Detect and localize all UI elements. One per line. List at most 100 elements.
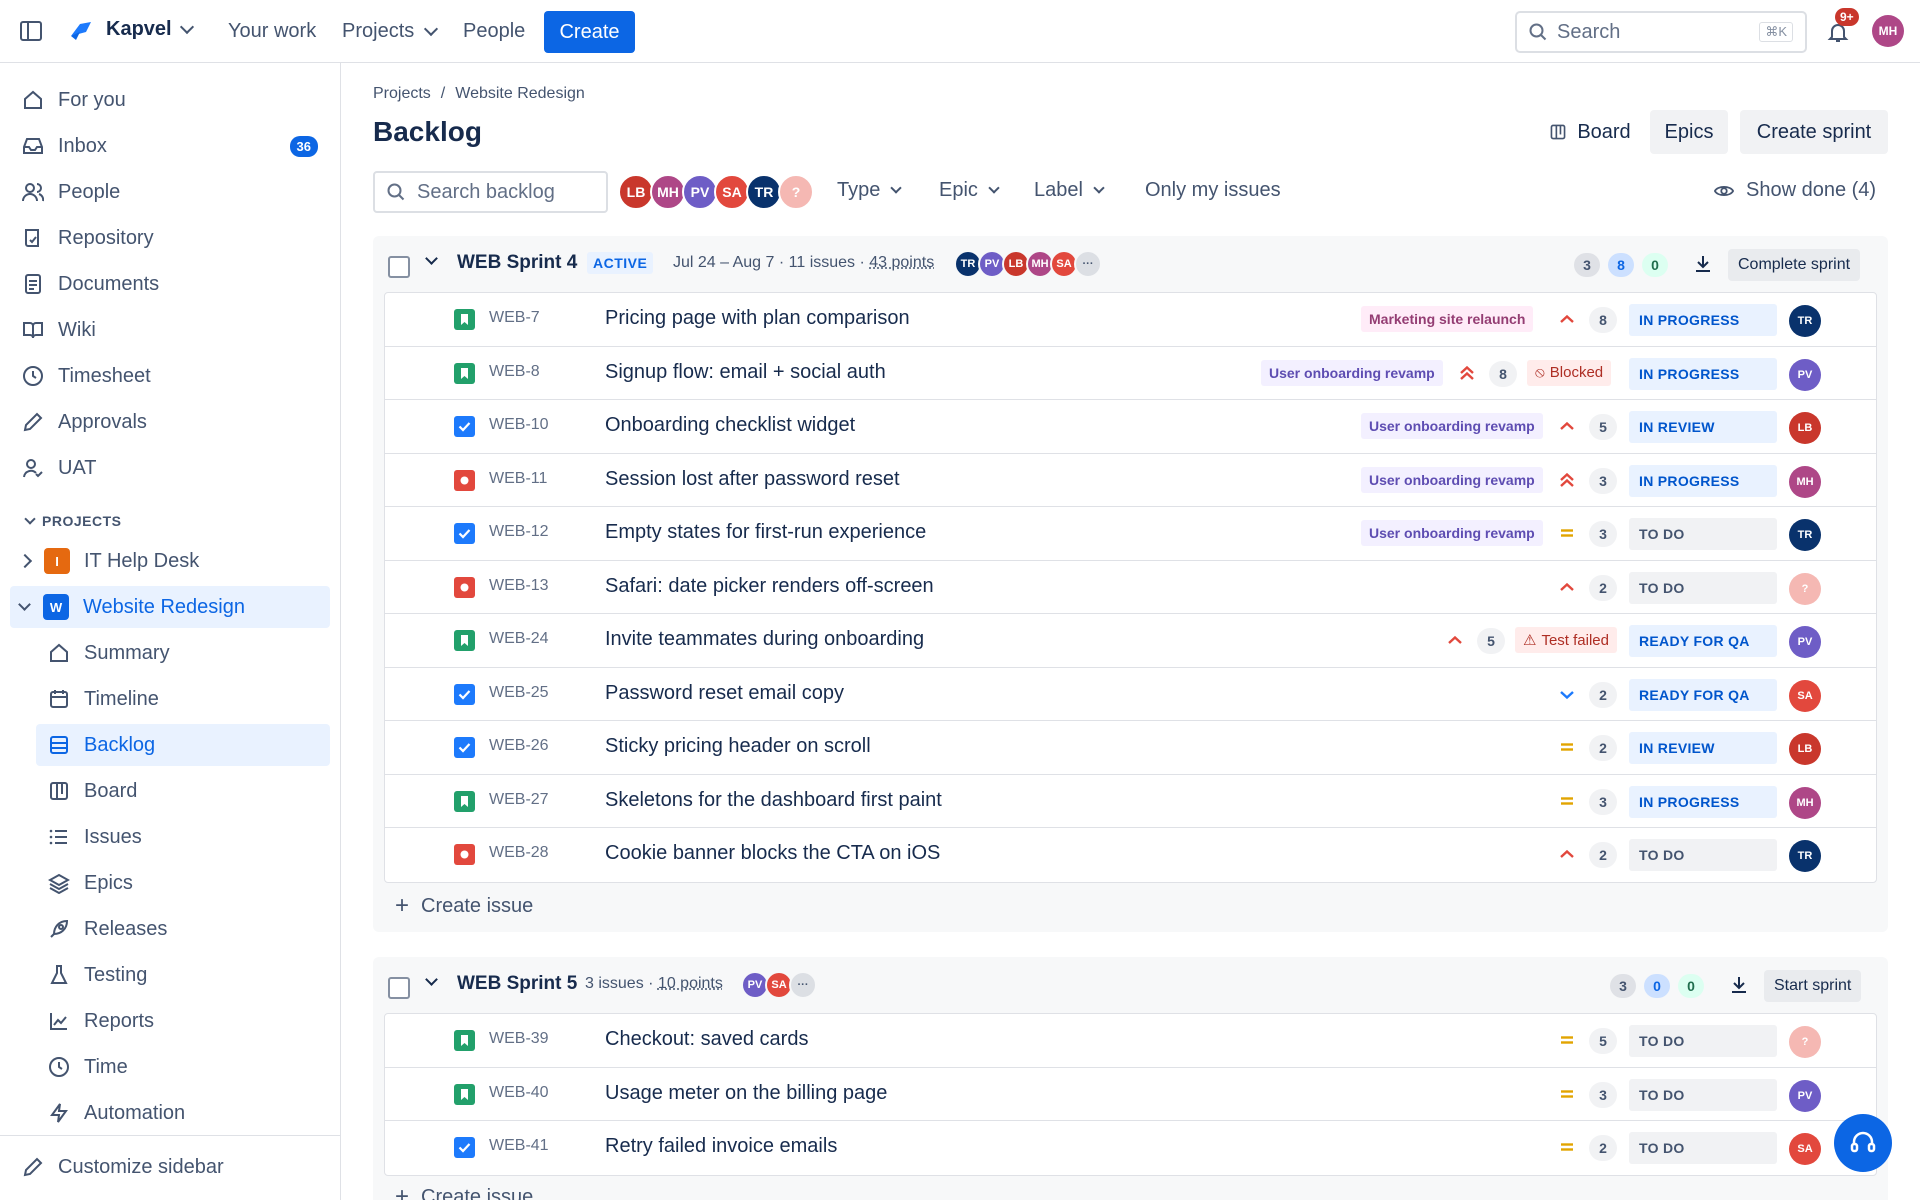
issue-key[interactable]: WEB-25 <box>489 684 549 702</box>
issue-key[interactable]: WEB-41 <box>489 1137 549 1155</box>
assignee-avatar[interactable]: ? <box>1789 1026 1821 1058</box>
issue-key[interactable]: WEB-13 <box>489 577 549 595</box>
global-search-input[interactable]: Search ⌘K <box>1515 11 1807 53</box>
issue-row[interactable]: WEB-8 Signup flow: email + social auth 8 ⦸ B… <box>385 347 1876 400</box>
issue-row[interactable]: WEB-28 Cookie banner blocks the CTA on iO… <box>385 828 1876 882</box>
sidebar-item-timeline[interactable]: Timeline <box>36 678 330 720</box>
breadcrumb-project[interactable]: Website Redesign <box>455 85 585 103</box>
status-dropdown[interactable]: TO DO <box>1629 839 1777 871</box>
issue-row[interactable]: WEB-27 Skeletons for the dashboard first … <box>385 775 1876 828</box>
assignee-avatar[interactable]: MH <box>1789 786 1821 819</box>
status-dropdown[interactable]: TO DO <box>1629 518 1777 550</box>
chevron-down-icon[interactable] <box>425 252 438 265</box>
assignee-avatar[interactable]: ? <box>1789 572 1821 605</box>
sidebar-item-issues[interactable]: Issues <box>36 816 330 858</box>
only-my-issues-filter[interactable]: Only my issues <box>1145 179 1281 202</box>
sprint-name[interactable]: WEB Sprint 4 <box>457 252 577 274</box>
status-dropdown[interactable]: TO DO <box>1629 571 1777 604</box>
sidebar-item-uat[interactable]: UAT <box>10 447 330 489</box>
create-sprint-button[interactable]: Create sprint <box>1740 110 1888 154</box>
assignee-avatar[interactable]: PV <box>1789 358 1821 391</box>
nav-projects[interactable]: Projects <box>342 20 439 43</box>
status-dropdown[interactable]: TO DO <box>1629 1025 1777 1057</box>
sidebar-item-wiki[interactable]: Wiki <box>10 309 330 351</box>
status-dropdown[interactable]: IN REVIEW <box>1629 411 1777 443</box>
issue-summary[interactable]: Empty states for first-run experience <box>605 521 926 544</box>
sidebar-item-testing[interactable]: Testing <box>36 954 330 996</box>
filter-avatar-tr[interactable]: TR <box>746 174 782 210</box>
complete-sprint-button[interactable]: Complete sprint <box>1728 249 1861 281</box>
issue-summary[interactable]: Checkout: saved cards <box>605 1028 808 1051</box>
help-button[interactable] <box>1834 1114 1892 1172</box>
issue-key[interactable]: WEB-40 <box>489 1084 549 1102</box>
logo-icon[interactable] <box>68 18 94 44</box>
issue-key[interactable]: WEB-39 <box>489 1030 549 1048</box>
brand-switcher[interactable]: Kapvel <box>106 18 194 41</box>
create-issue-button[interactable]: + Create issue <box>395 1185 533 1200</box>
issue-key[interactable]: WEB-10 <box>489 416 549 434</box>
download-icon[interactable] <box>1729 975 1749 995</box>
issue-key[interactable]: WEB-11 <box>489 470 547 488</box>
epic-filter[interactable]: Epic <box>939 179 1000 202</box>
more-avatars-icon[interactable]: ··· <box>1074 250 1102 278</box>
assignee-avatar[interactable]: TR <box>1789 519 1821 551</box>
filter-avatar-sa[interactable]: SA <box>714 174 750 210</box>
issue-row[interactable]: WEB-39 Checkout: saved cards 5 TO DO? <box>385 1014 1876 1068</box>
epic-lozenge[interactable]: User onboarding revamp <box>1361 466 1543 493</box>
assignee-avatar[interactable]: PV <box>1789 626 1821 658</box>
issue-summary[interactable]: Signup flow: email + social auth <box>605 361 886 384</box>
epic-lozenge[interactable]: User onboarding revamp <box>1261 359 1443 386</box>
issue-key[interactable]: WEB-12 <box>489 523 549 541</box>
assignee-avatar[interactable]: SA <box>1789 1133 1821 1165</box>
sidebar-item-backlog[interactable]: Backlog <box>36 724 330 766</box>
issue-summary[interactable]: Session lost after password reset <box>605 468 900 491</box>
sidebar-project-website-redesign[interactable]: W Website Redesign <box>10 586 330 628</box>
epic-lozenge[interactable]: User onboarding revamp <box>1361 413 1543 439</box>
issue-row[interactable]: WEB-24 Invite teammates during onboarding… <box>385 614 1876 668</box>
sprint-select-checkbox[interactable] <box>388 256 410 278</box>
issue-key[interactable]: WEB-8 <box>489 363 540 381</box>
download-icon[interactable] <box>1693 254 1713 274</box>
sidebar-item-reports[interactable]: Reports <box>36 1000 330 1042</box>
board-button[interactable]: Board <box>1530 110 1650 154</box>
nav-people[interactable]: People <box>463 20 525 43</box>
issue-row[interactable]: WEB-26 Sticky pricing header on scroll 2 IN… <box>385 721 1876 775</box>
issue-row[interactable]: WEB-40 Usage meter on the billing page 3 TO… <box>385 1068 1876 1121</box>
status-dropdown[interactable]: READY FOR QA <box>1629 625 1777 657</box>
issue-key[interactable]: WEB-28 <box>489 844 549 862</box>
filter-avatar-unassigned[interactable]: ? <box>778 174 814 210</box>
issue-row[interactable]: WEB-41 Retry failed invoice emails 2 TO DO S… <box>385 1121 1876 1175</box>
start-sprint-button[interactable]: Start sprint <box>1764 970 1862 1002</box>
breadcrumb-projects[interactable]: Projects <box>373 85 431 103</box>
sprint-select-checkbox[interactable] <box>388 977 410 999</box>
sidebar-item-board[interactable]: Board <box>36 770 330 812</box>
assignee-avatar[interactable]: PV <box>1789 1079 1821 1112</box>
filter-avatar-mh[interactable]: MH <box>650 174 686 210</box>
assignee-avatar[interactable]: LB <box>1789 412 1821 444</box>
label-filter[interactable]: Label <box>1034 179 1105 202</box>
epic-lozenge[interactable]: User onboarding revamp <box>1361 520 1543 546</box>
issue-key[interactable]: WEB-24 <box>489 630 549 648</box>
issue-summary[interactable]: Sticky pricing header on scroll <box>605 735 871 758</box>
sidebar-item-inbox[interactable]: Inbox 36 <box>10 125 330 167</box>
assignee-avatar[interactable]: MH <box>1789 465 1821 498</box>
sidebar-item-for-you[interactable]: For you <box>10 79 330 121</box>
issue-summary[interactable]: Password reset email copy <box>605 682 844 705</box>
sidebar-item-timesheet[interactable]: Timesheet <box>10 355 330 397</box>
issue-summary[interactable]: Safari: date picker renders off-screen <box>605 575 934 598</box>
issue-summary[interactable]: Usage meter on the billing page <box>605 1082 887 1105</box>
issue-summary[interactable]: Pricing page with plan comparison <box>605 307 910 330</box>
epic-lozenge[interactable]: Marketing site relaunch <box>1361 306 1534 332</box>
status-dropdown[interactable]: IN REVIEW <box>1629 732 1777 764</box>
assignee-avatar[interactable]: LB <box>1789 733 1821 765</box>
customize-sidebar-button[interactable]: Customize sidebar <box>10 1146 330 1188</box>
sidebar-item-people[interactable]: People <box>10 171 330 213</box>
sprint-points[interactable]: 43 points <box>869 254 934 271</box>
create-button[interactable]: Create <box>544 11 635 53</box>
show-done-toggle[interactable]: Show done (4) <box>1714 179 1876 202</box>
type-filter[interactable]: Type <box>837 179 903 202</box>
assignee-avatar[interactable]: TR <box>1789 840 1821 872</box>
sidebar-item-time[interactable]: Time <box>36 1046 330 1088</box>
status-dropdown[interactable]: TO DO <box>1629 1132 1777 1164</box>
issue-row[interactable]: WEB-10 Onboarding checklist widget 5 User o… <box>385 400 1876 454</box>
